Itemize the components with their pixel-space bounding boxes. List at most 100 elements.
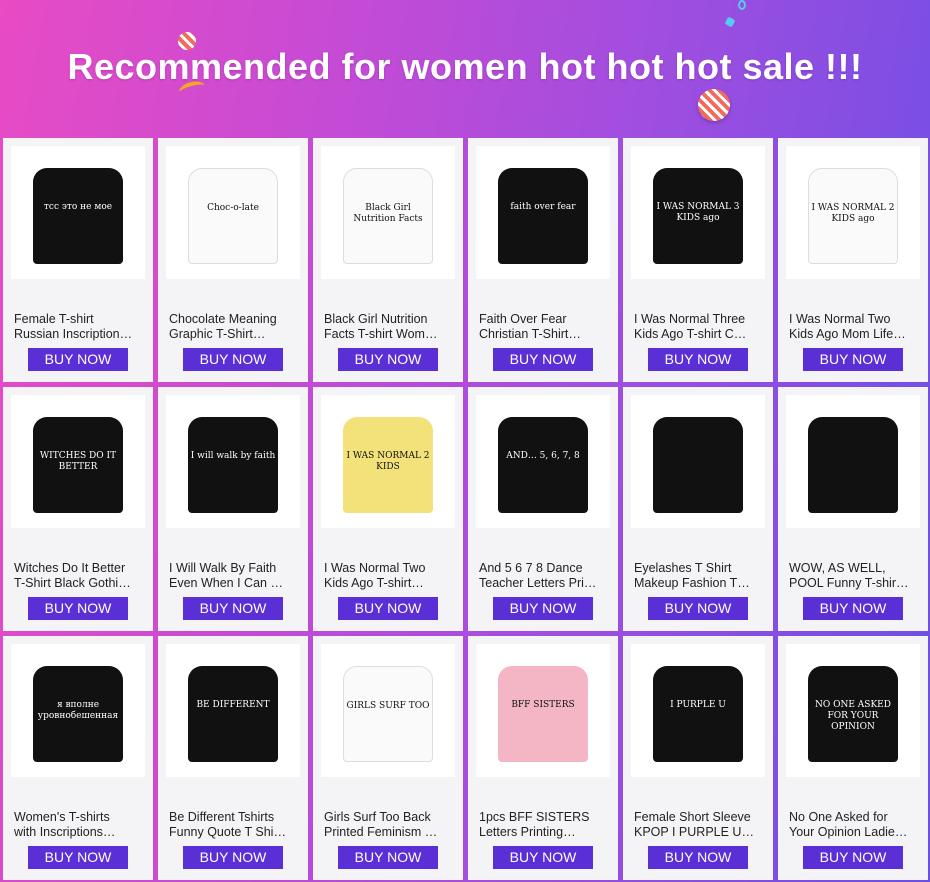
tshirt-illustration: I PURPLE U: [653, 666, 743, 762]
product-title-line: I Was Normal Two: [324, 561, 426, 575]
product-title-line: Teacher Letters Pri…: [479, 576, 597, 590]
tshirt-illustration: WITCHES DO IT BETTER: [33, 417, 123, 513]
buy-now-button[interactable]: BUY NOW: [803, 597, 903, 620]
product-card[interactable]: WOW, AS WELL, POOL Funny T-shir… BUY NOW: [778, 387, 928, 631]
product-card[interactable]: faith over fear Faith Over Fear Christian …: [468, 138, 618, 382]
product-title[interactable]: Faith Over Fear Christian T-Shirt…: [479, 312, 609, 342]
product-image[interactable]: GIRLS SURF TOO: [321, 644, 455, 777]
product-image[interactable]: Choc-o-late: [166, 146, 300, 279]
tshirt-illustration: NO ONE ASKED FOR YOUR OPINION: [808, 666, 898, 762]
product-image[interactable]: WITCHES DO IT BETTER: [11, 395, 145, 528]
product-image[interactable]: я вполне уровнобешенная: [11, 644, 145, 777]
product-title[interactable]: 1pcs BFF SISTERS Letters Printing…: [479, 810, 609, 840]
buy-now-button[interactable]: BUY NOW: [648, 846, 748, 869]
product-title[interactable]: No One Asked for Your Opinion Ladie…: [789, 810, 919, 840]
buy-now-button[interactable]: BUY NOW: [338, 348, 438, 371]
product-title[interactable]: WOW, AS WELL, POOL Funny T-shir…: [789, 561, 919, 591]
product-title[interactable]: I Will Walk By Faith Even When I Can …: [169, 561, 299, 591]
product-image[interactable]: NO ONE ASKED FOR YOUR OPINION: [786, 644, 920, 777]
product-card[interactable]: я вполне уровнобешенная Women's T-shirts w…: [3, 636, 153, 880]
product-title[interactable]: Women's T-shirts with Inscriptions…: [14, 810, 144, 840]
product-image[interactable]: [786, 395, 920, 528]
product-title[interactable]: Female T-shirt Russian Inscription…: [14, 312, 144, 342]
product-title-line: 1pcs BFF SISTERS: [479, 810, 590, 824]
buy-now-button[interactable]: BUY NOW: [648, 348, 748, 371]
buy-now-button[interactable]: BUY NOW: [493, 348, 593, 371]
product-title[interactable]: Female Short Sleeve KPOP I PURPLE U…: [634, 810, 764, 840]
tshirt-illustration: я вполне уровнобешенная: [33, 666, 123, 762]
buy-now-button[interactable]: BUY NOW: [648, 597, 748, 620]
shirt-print-text: BFF SISTERS: [511, 700, 575, 710]
product-card[interactable]: Choc-o-late Chocolate Meaning Graphic T-Sh…: [158, 138, 308, 382]
product-title[interactable]: I Was Normal Three Kids Ago T-shirt C…: [634, 312, 764, 342]
product-card[interactable]: WITCHES DO IT BETTER Witches Do It Better…: [3, 387, 153, 631]
buy-now-button[interactable]: BUY NOW: [493, 846, 593, 869]
product-card[interactable]: I WAS NORMAL 2 KIDS ago I Was Normal Two K…: [778, 138, 928, 382]
product-image[interactable]: I WAS NORMAL 3 KIDS ago: [631, 146, 765, 279]
product-image[interactable]: BE DIFFERENT: [166, 644, 300, 777]
product-title-line: Printed Feminism …: [324, 825, 438, 839]
product-title[interactable]: Girls Surf Too Back Printed Feminism …: [324, 810, 454, 840]
product-image[interactable]: faith over fear: [476, 146, 610, 279]
product-card[interactable]: BFF SISTERS 1pcs BFF SISTERS Letters Print…: [468, 636, 618, 880]
buy-now-button[interactable]: BUY NOW: [338, 597, 438, 620]
buy-now-button[interactable]: BUY NOW: [28, 846, 128, 869]
tshirt-illustration: Choc-o-late: [188, 168, 278, 264]
product-title[interactable]: Black Girl Nutrition Facts T-shirt Wom…: [324, 312, 454, 342]
product-card[interactable]: Black Girl Nutrition Facts Black Girl Nut…: [313, 138, 463, 382]
buy-now-button[interactable]: BUY NOW: [803, 348, 903, 371]
product-image[interactable]: I PURPLE U: [631, 644, 765, 777]
product-image[interactable]: Black Girl Nutrition Facts: [321, 146, 455, 279]
shirt-print-text: тсс это не мое: [43, 202, 113, 212]
product-title-line: Facts T-shirt Wom…: [324, 327, 438, 341]
product-card[interactable]: GIRLS SURF TOO Girls Surf Too Back Printed…: [313, 636, 463, 880]
product-image[interactable]: I WAS NORMAL 2 KIDS: [321, 395, 455, 528]
product-card[interactable]: тсс это не мое Female T-shirt Russian Insc…: [3, 138, 153, 382]
buy-now-button[interactable]: BUY NOW: [493, 597, 593, 620]
buy-now-button[interactable]: BUY NOW: [183, 846, 283, 869]
product-card[interactable]: I WAS NORMAL 3 KIDS ago I Was Normal Thre…: [623, 138, 773, 382]
product-title-line: Faith Over Fear: [479, 312, 567, 326]
product-image[interactable]: AND… 5, 6, 7, 8: [476, 395, 610, 528]
product-image[interactable]: I WAS NORMAL 2 KIDS ago: [786, 146, 920, 279]
buy-now-button[interactable]: BUY NOW: [183, 348, 283, 371]
product-title-line: WOW, AS WELL,: [789, 561, 886, 575]
product-title[interactable]: Be Different Tshirts Funny Quote T Shi…: [169, 810, 299, 840]
product-title-line: Graphic T-Shirt…: [169, 327, 266, 341]
product-title[interactable]: I Was Normal Two Kids Ago Mom Life…: [789, 312, 919, 342]
product-card[interactable]: Eyelashes T Shirt Makeup Fashion T… BUY NO…: [623, 387, 773, 631]
product-title-line: KPOP I PURPLE U…: [634, 825, 754, 839]
product-image[interactable]: I will walk by faith: [166, 395, 300, 528]
product-title-line: And 5 6 7 8 Dance: [479, 561, 583, 575]
product-title[interactable]: Eyelashes T Shirt Makeup Fashion T…: [634, 561, 764, 591]
product-card[interactable]: I will walk by faith I Will Walk By Faith…: [158, 387, 308, 631]
product-card[interactable]: I WAS NORMAL 2 KIDS I Was Normal Two Kids …: [313, 387, 463, 631]
product-image[interactable]: BFF SISTERS: [476, 644, 610, 777]
product-image[interactable]: [631, 395, 765, 528]
product-card[interactable]: AND… 5, 6, 7, 8 And 5 6 7 8 Dance Teacher …: [468, 387, 618, 631]
product-image[interactable]: тсс это не мое: [11, 146, 145, 279]
product-title-line: Christian T-Shirt…: [479, 327, 581, 341]
product-title[interactable]: Chocolate Meaning Graphic T-Shirt…: [169, 312, 299, 342]
shirt-print-text: я вполне уровнобешенная: [37, 700, 119, 721]
product-card[interactable]: BE DIFFERENT Be Different Tshirts Funny Qu…: [158, 636, 308, 880]
product-title[interactable]: And 5 6 7 8 Dance Teacher Letters Pri…: [479, 561, 609, 591]
tshirt-illustration: I WAS NORMAL 3 KIDS ago: [653, 168, 743, 264]
buy-now-button[interactable]: BUY NOW: [803, 846, 903, 869]
buy-now-button[interactable]: BUY NOW: [183, 597, 283, 620]
tshirt-illustration: тсс это не мое: [33, 168, 123, 264]
shirt-print-text: I WAS NORMAL 3 KIDS ago: [656, 202, 740, 223]
buy-now-button[interactable]: BUY NOW: [338, 846, 438, 869]
product-card[interactable]: NO ONE ASKED FOR YOUR OPINION No One Aske…: [778, 636, 928, 880]
product-title-line: Even When I Can …: [169, 576, 283, 590]
buy-now-button[interactable]: BUY NOW: [28, 348, 128, 371]
confetti-decoration: [738, 0, 746, 10]
product-title-line: I Will Walk By Faith: [169, 561, 277, 575]
product-grid: тсс это не мое Female T-shirt Russian Insc…: [3, 138, 928, 880]
buy-now-button[interactable]: BUY NOW: [28, 597, 128, 620]
product-title[interactable]: I Was Normal Two Kids Ago T-shirt…: [324, 561, 454, 591]
banner-title: Recommended for women hot hot hot sale !…: [67, 46, 863, 87]
product-title-line: Letters Printing…: [479, 825, 576, 839]
product-title[interactable]: Witches Do It Better T-Shirt Black Gothi…: [14, 561, 144, 591]
product-card[interactable]: I PURPLE U Female Short Sleeve KPOP I PURP…: [623, 636, 773, 880]
